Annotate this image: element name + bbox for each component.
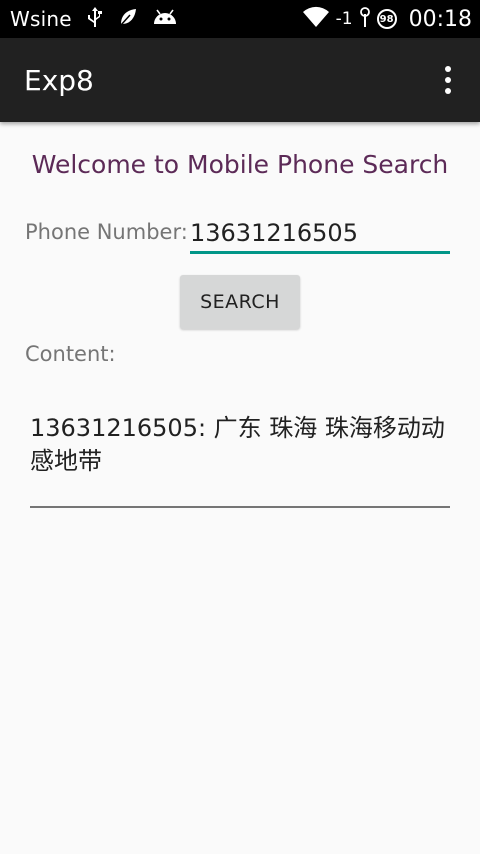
signal-antenna-icon: [359, 6, 371, 32]
content-result-text: 13631216505: 广东 珠海 珠海移动动感地带: [30, 414, 445, 475]
carrier-name: Wsine: [10, 7, 72, 31]
content-result-field[interactable]: 13631216505: 广东 珠海 珠海移动动感地带: [30, 412, 450, 508]
overflow-menu-icon[interactable]: [436, 60, 460, 100]
leaf-icon: [118, 7, 138, 31]
status-bar: Wsine -1 98 00:18: [0, 0, 480, 38]
battery-icon: 98: [376, 9, 397, 29]
usb-icon: [86, 6, 104, 32]
android-icon: [152, 8, 178, 30]
wifi-icon: [302, 6, 330, 32]
welcome-heading: Welcome to Mobile Phone Search: [31, 150, 449, 179]
search-button[interactable]: SEARCH: [180, 275, 300, 329]
app-bar: Exp8: [0, 38, 480, 122]
app-title: Exp8: [24, 63, 94, 97]
signal-indicator: -1: [335, 9, 353, 29]
content-label: Content:: [25, 342, 116, 366]
status-left: Wsine: [10, 6, 178, 32]
status-clock: 00:18: [408, 6, 472, 32]
phone-number-input[interactable]: [190, 214, 450, 254]
status-right: -1 98 00:18: [302, 6, 472, 32]
phone-number-label: Phone Number:: [25, 220, 188, 244]
